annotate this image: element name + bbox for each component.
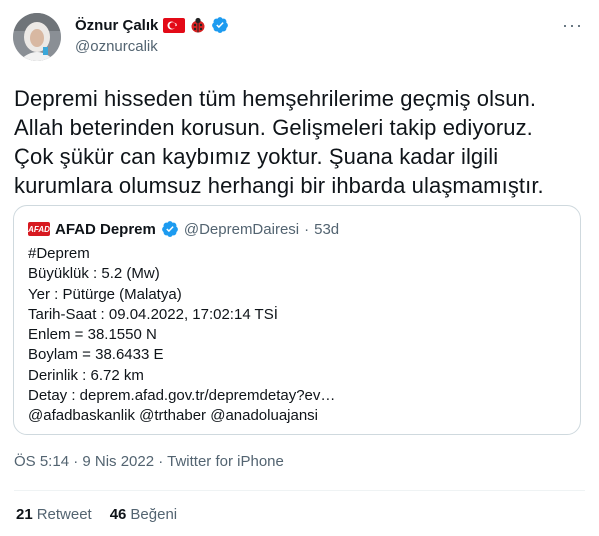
separator-dot: · xyxy=(304,220,310,238)
retweets-stat[interactable]: 21 Retweet xyxy=(16,506,92,523)
quoted-line: Enlem = 38.1550 N xyxy=(28,326,157,344)
tweet-line: kurumlara olumsuz herhangi bir ihbarda u… xyxy=(14,173,544,198)
quoted-tweet[interactable]: AFAD AFAD Deprem @DepremDairesi · 53d #D… xyxy=(13,205,581,435)
avatar[interactable] xyxy=(13,13,61,61)
afad-logo-icon: AFAD xyxy=(28,222,50,236)
more-options-icon[interactable]: ··· xyxy=(562,16,583,34)
tweet-line: Allah beterinden korusun. Gelişmeleri ta… xyxy=(14,115,533,140)
quoted-line: Büyüklük : 5.2 (Mw) xyxy=(28,265,160,283)
turkey-flag-icon xyxy=(163,17,186,33)
verified-badge-icon xyxy=(161,220,179,238)
quoted-line: @afadbaskanlik @trthaber @anadoluajansi xyxy=(28,407,319,425)
quoted-line: Tarih-Saat : 09.04.2022, 17:02:14 TSİ xyxy=(28,305,278,323)
quoted-time: 53d xyxy=(314,220,340,238)
ladybug-icon xyxy=(190,17,206,33)
verified-badge-icon xyxy=(211,16,229,34)
tweet-meta[interactable]: ÖS 5:14 · 9 Nis 2022 · Twitter for iPhon… xyxy=(14,453,284,470)
quoted-line: Yer : Pütürge (Malatya) xyxy=(28,285,182,303)
likes-label: Beğeni xyxy=(130,506,178,523)
retweets-count: 21 xyxy=(16,506,33,523)
quoted-tweet-text: #Deprem Büyüklük : 5.2 (Mw) Yer : Pütürg… xyxy=(28,244,335,427)
quoted-line: Detay : deprem.afad.gov.tr/depremdetay?e… xyxy=(28,387,336,405)
quoted-line: #Deprem xyxy=(28,245,90,262)
author-handle[interactable]: @oznurcalik xyxy=(75,38,158,55)
tweet-text: Depremi hisseden tüm hemşehrilerime geçm… xyxy=(14,84,589,200)
retweets-label: Retweet xyxy=(36,506,92,523)
engagement-stats: 21 Retweet 46 Beğeni xyxy=(16,506,177,523)
tweet-line: Depremi hisseden tüm hemşehrilerime geçm… xyxy=(14,86,537,111)
quoted-author-name: AFAD Deprem xyxy=(55,220,156,238)
author-name[interactable]: Öznur Çalık xyxy=(75,17,158,34)
likes-count: 46 xyxy=(109,506,127,523)
likes-stat[interactable]: 46 Beğeni xyxy=(110,506,177,523)
quoted-line: Boylam = 38.6433 E xyxy=(28,346,164,364)
quoted-line: Derinlik : 6.72 km xyxy=(28,366,144,384)
quoted-author-handle: @DepremDairesi xyxy=(183,220,300,238)
divider xyxy=(14,490,585,491)
tweet-line: Çok şükür can kaybımız yoktur. Şuana kad… xyxy=(14,144,499,169)
